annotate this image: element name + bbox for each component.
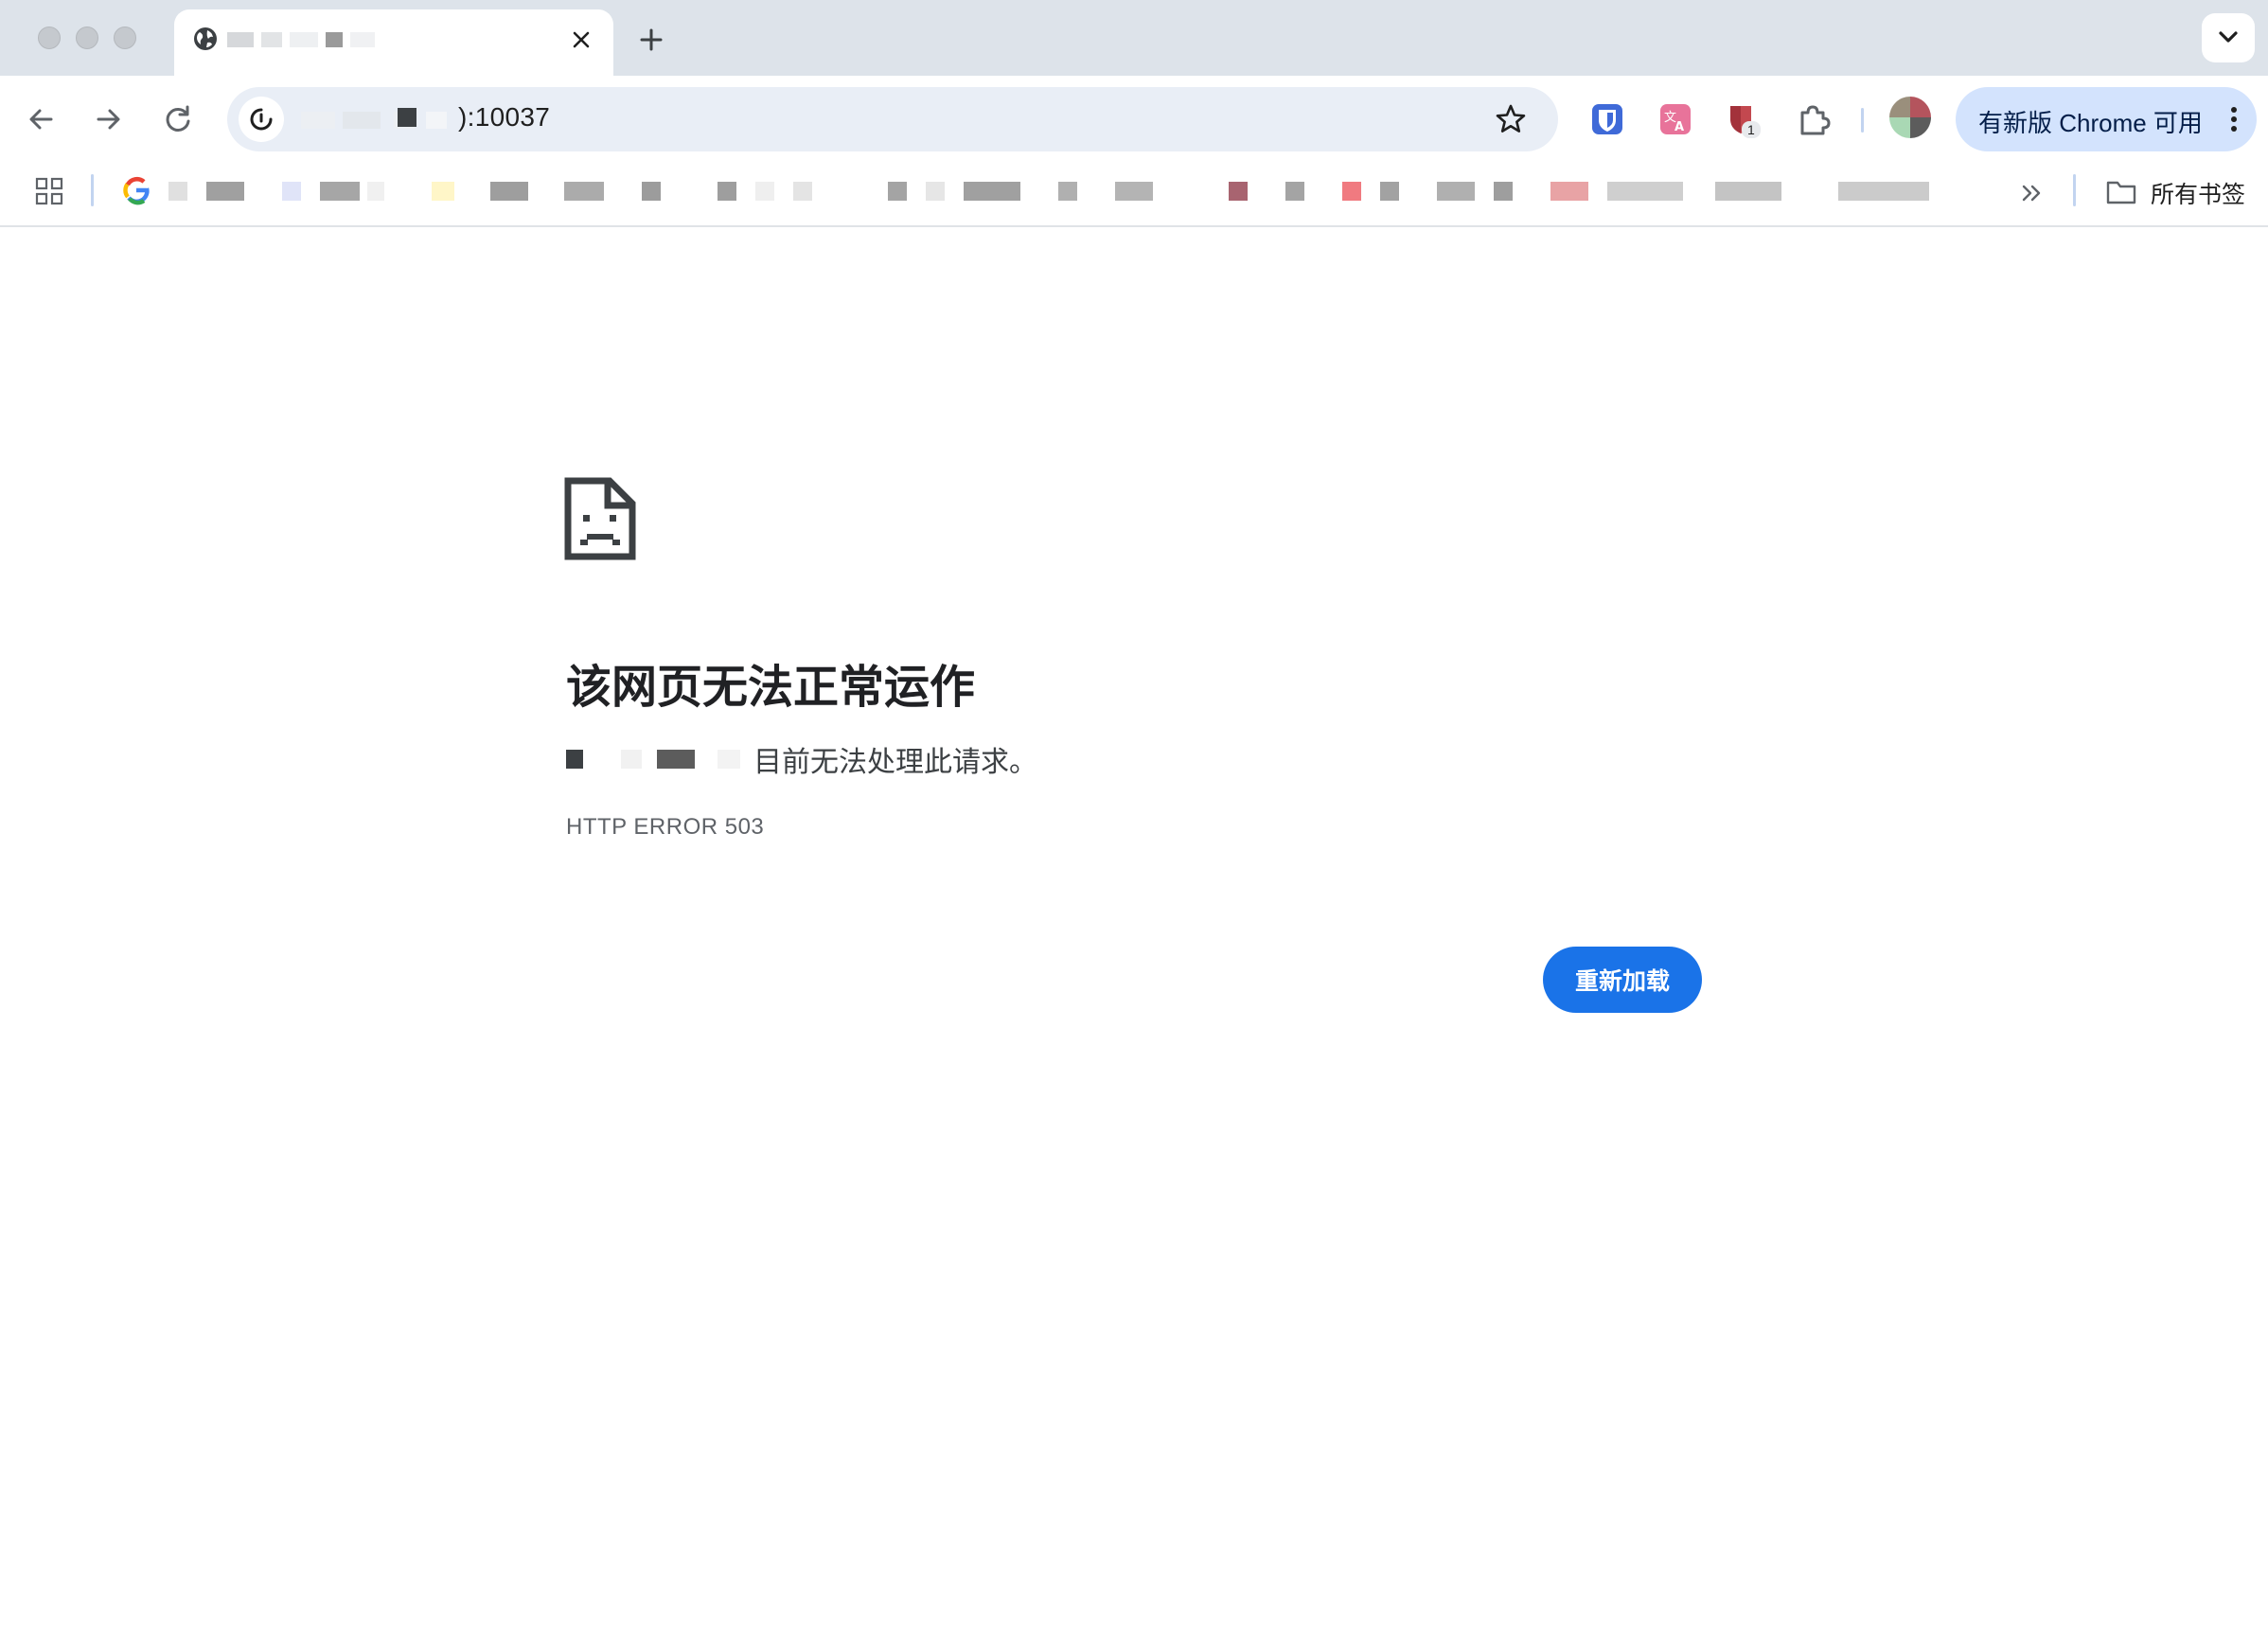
svg-text:A: A [1674, 120, 1684, 134]
bookmark-folder[interactable] [1715, 182, 1781, 201]
bookmark-item[interactable] [320, 182, 360, 201]
bookmark-item[interactable] [282, 182, 301, 201]
address-bar[interactable]: ):10037 [227, 87, 1558, 151]
close-icon[interactable] [568, 27, 594, 53]
error-title: 该网页无法正常运作 [566, 663, 976, 713]
reload-button[interactable]: 重新加载 [1543, 947, 1702, 1013]
active-tab[interactable] [174, 9, 613, 76]
update-chrome-button[interactable]: 有新版 Chrome 可用 [1956, 87, 2257, 151]
avatar[interactable] [1889, 97, 1931, 138]
window-minimize-button[interactable] [76, 27, 98, 49]
redacted-url-part [426, 112, 447, 129]
redacted-host [718, 750, 740, 769]
extension-badge: 1 [1747, 122, 1755, 137]
error-message: 目前无法处理此请求。 [753, 747, 1037, 778]
bookmarks-divider [91, 174, 94, 206]
chevron-down-icon [2219, 31, 2238, 43]
globe-icon [194, 27, 217, 50]
bookmark-item[interactable] [432, 182, 454, 201]
bookmark-item[interactable] [367, 182, 384, 201]
all-bookmarks-label[interactable]: 所有书签 [2151, 176, 2245, 210]
tab-search-button[interactable] [2202, 13, 2255, 62]
bookmark-item[interactable] [642, 182, 661, 201]
arrow-left-icon[interactable] [21, 98, 62, 140]
reload-icon[interactable] [157, 98, 199, 140]
bitwarden-icon[interactable] [1586, 98, 1628, 140]
google-icon[interactable] [121, 174, 151, 206]
update-chrome-label: 有新版 Chrome 可用 [1978, 109, 2203, 137]
puzzle-icon[interactable] [1793, 98, 1834, 140]
shield-icon[interactable]: 1 [1723, 98, 1764, 140]
not-secure-icon [250, 108, 273, 131]
tab-strip [0, 0, 2268, 76]
bookmark-folder[interactable] [1838, 182, 1929, 201]
bookmark-item[interactable] [888, 182, 907, 201]
bookmark-item[interactable] [206, 182, 244, 201]
bookmark-item[interactable] [564, 182, 604, 201]
bookmark-item[interactable] [1285, 182, 1304, 201]
bookmark-item[interactable] [1437, 182, 1475, 201]
tab-title [227, 27, 549, 53]
bookmark-item[interactable] [1058, 182, 1077, 201]
url-text[interactable]: ):10037 [458, 102, 550, 133]
plus-icon[interactable] [634, 23, 668, 57]
translate-icon[interactable]: 文 A [1655, 98, 1696, 140]
window-close-button[interactable] [38, 27, 61, 49]
bookmark-item[interactable] [490, 182, 528, 201]
site-info-button[interactable] [239, 97, 284, 142]
bookmark-item[interactable] [1380, 182, 1399, 201]
bookmark-item[interactable] [1342, 182, 1361, 201]
double-chevron-right-icon[interactable] [2016, 178, 2047, 208]
redacted-host [621, 750, 642, 769]
error-message-line: 目前无法处理此请求。 [566, 742, 1037, 778]
bookmarks-divider [2073, 174, 2076, 206]
bookmark-item[interactable] [1494, 182, 1513, 201]
sad-page-icon [564, 477, 636, 560]
redacted-host [566, 750, 583, 769]
redacted-url-part [398, 108, 416, 127]
bookmark-item[interactable] [1607, 182, 1683, 201]
bookmark-item[interactable] [755, 182, 774, 201]
bookmark-item[interactable] [964, 182, 1020, 201]
redacted-url-part [301, 112, 335, 129]
more-vert-icon[interactable] [2215, 100, 2253, 138]
error-code: HTTP ERROR 503 [566, 814, 765, 840]
bookmark-item[interactable] [168, 182, 187, 201]
bookmark-item[interactable] [1550, 182, 1588, 201]
bookmark-item[interactable] [793, 182, 812, 201]
bookmark-item[interactable] [1229, 182, 1248, 201]
folder-icon[interactable] [2105, 178, 2137, 206]
apps-grid-icon[interactable] [34, 176, 64, 206]
star-icon[interactable] [1492, 100, 1530, 138]
redacted-url-part [343, 112, 381, 129]
redacted-host [657, 750, 695, 769]
arrow-right-icon[interactable] [87, 98, 129, 140]
toolbar-divider [1861, 108, 1864, 133]
bookmarks-bar: 所有书签 [0, 163, 2268, 227]
bookmark-item[interactable] [926, 182, 945, 201]
window-zoom-button[interactable] [114, 27, 136, 49]
toolbar: ):10037 文 A 1 有新版 Chrome 可用 [0, 76, 2268, 163]
bookmark-item[interactable] [718, 182, 736, 201]
bookmark-item[interactable] [1115, 182, 1153, 201]
